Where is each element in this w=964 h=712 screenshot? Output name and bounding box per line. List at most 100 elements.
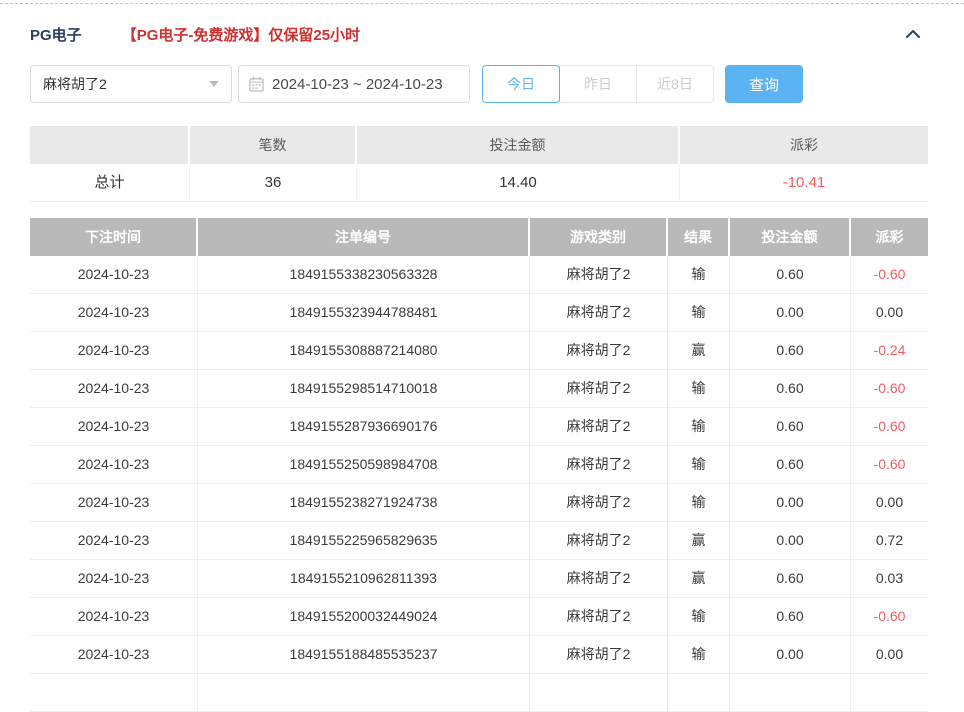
calendar-icon xyxy=(249,76,264,92)
cell-ticket-id: 1849155210962811393 xyxy=(198,560,530,598)
quick-range-group: 今日 昨日 近8日 xyxy=(482,65,714,103)
cell-ticket-id: 1849155238271924738 xyxy=(198,484,530,522)
summary-total-count: 36 xyxy=(190,164,357,202)
summary-total-bet-amount: 14.40 xyxy=(357,164,680,202)
cell-game-type: 麻将胡了2 xyxy=(530,408,668,446)
cell-bet-amount: 0.00 xyxy=(730,522,851,560)
date-range-input[interactable]: 2024-10-23 ~ 2024-10-23 xyxy=(238,65,470,103)
cell-result: 输 xyxy=(668,370,730,408)
chevron-down-icon xyxy=(209,81,219,87)
cell-game-type: 麻将胡了2 xyxy=(530,370,668,408)
cell-ticket-id: 1849155225965829635 xyxy=(198,522,530,560)
panel-header: PG电子 【PG电子-免费游戏】仅保留25小时 xyxy=(30,23,928,45)
date-range-value: 2024-10-23 ~ 2024-10-23 xyxy=(272,76,443,93)
cell-bet-amount: 0.60 xyxy=(730,446,851,484)
cell-payout: 0.00 xyxy=(851,484,928,522)
cell-bet-time: 2024-10-23 xyxy=(30,522,198,560)
cell-game-type: 麻将胡了2 xyxy=(530,332,668,370)
cell-result: 输 xyxy=(668,294,730,332)
col-header-bet-amount: 投注金额 xyxy=(730,218,851,256)
cell-bet-time: 2024-10-23 xyxy=(30,560,198,598)
col-header-payout: 派彩 xyxy=(851,218,928,256)
cell-bet-time: 2024-10-23 xyxy=(30,598,198,636)
col-header-game-type: 游戏类别 xyxy=(530,218,668,256)
cell-payout: 0.00 xyxy=(851,294,928,332)
cell-ticket-id: 1849155287936690176 xyxy=(198,408,530,446)
cell-payout: 0.03 xyxy=(851,560,928,598)
cell-result: 输 xyxy=(668,484,730,522)
cell-payout: 0.00 xyxy=(851,636,928,674)
quick-button-last8days[interactable]: 近8日 xyxy=(636,65,714,103)
cell-game-type: 麻将胡了2 xyxy=(530,522,668,560)
cell-bet-time: 2024-10-23 xyxy=(30,636,198,674)
summary-total-label: 总计 xyxy=(30,164,190,202)
game-select[interactable]: 麻将胡了2 xyxy=(30,65,232,103)
cell-bet-time: 2024-10-23 xyxy=(30,256,198,294)
cell-bet-amount: 0.60 xyxy=(730,256,851,294)
cell-ticket-id: 1849155250598984708 xyxy=(198,446,530,484)
quick-button-today[interactable]: 今日 xyxy=(482,65,560,103)
cell-game-type: 麻将胡了2 xyxy=(530,446,668,484)
cell-bet-time: 2024-10-23 xyxy=(30,446,198,484)
cell-payout: -0.24 xyxy=(851,332,928,370)
cell-result: 输 xyxy=(668,408,730,446)
cell-ticket-id: 1849155298514710018 xyxy=(198,370,530,408)
cell-payout: -0.60 xyxy=(851,598,928,636)
pg-panel: PG电子 【PG电子-免费游戏】仅保留25小时 麻将胡了2 xyxy=(0,23,964,712)
cell-bet-amount: 0.60 xyxy=(730,408,851,446)
summary-header-count: 笔数 xyxy=(190,126,357,164)
panel-title: PG电子 xyxy=(30,24,82,45)
cell-bet-time: 2024-10-23 xyxy=(30,484,198,522)
cell-game-type: 麻将胡了2 xyxy=(530,560,668,598)
cell-game-type: 麻将胡了2 xyxy=(530,636,668,674)
cell-ticket-id: 1849155188485535237 xyxy=(198,636,530,674)
cell-result: 赢 xyxy=(668,560,730,598)
cell-ticket-id: 1849155308887214080 xyxy=(198,332,530,370)
cell-payout: 0.72 xyxy=(851,522,928,560)
cell-bet-amount: 0.00 xyxy=(730,636,851,674)
panel-notice: 【PG电子-免费游戏】仅保留25小时 xyxy=(122,24,360,45)
cell-payout: -0.60 xyxy=(851,256,928,294)
cell-result: 赢 xyxy=(668,332,730,370)
cell-bet-time: 2024-10-23 xyxy=(30,332,198,370)
cell-result: 输 xyxy=(668,598,730,636)
cell-result: 赢 xyxy=(668,522,730,560)
search-button[interactable]: 查询 xyxy=(725,65,803,103)
game-select-value: 麻将胡了2 xyxy=(43,74,107,94)
summary-table: 笔数 投注金额 派彩 总计 36 14.40 -10.41 xyxy=(30,126,928,202)
cell-bet-amount: 0.60 xyxy=(730,332,851,370)
cell-bet-amount: 0.00 xyxy=(730,294,851,332)
col-header-bet-time: 下注时间 xyxy=(30,218,198,256)
cell-bet-amount: 0.00 xyxy=(730,484,851,522)
cell-game-type: 麻将胡了2 xyxy=(530,256,668,294)
summary-header-bet-amount: 投注金额 xyxy=(357,126,680,164)
col-header-result: 结果 xyxy=(668,218,730,256)
chevron-up-icon xyxy=(904,27,922,41)
cell-bet-amount: 0.60 xyxy=(730,370,851,408)
cell-game-type: 麻将胡了2 xyxy=(530,294,668,332)
col-header-ticket-id: 注单编号 xyxy=(198,218,530,256)
quick-button-yesterday[interactable]: 昨日 xyxy=(559,65,637,103)
cell-payout: -0.60 xyxy=(851,370,928,408)
cell-ticket-id: 1849155200032449024 xyxy=(198,598,530,636)
cell-game-type: 麻将胡了2 xyxy=(530,598,668,636)
cell-ticket-id: 1849155323944788481 xyxy=(198,294,530,332)
cell-payout: -0.60 xyxy=(851,408,928,446)
cell-payout: -0.60 xyxy=(851,446,928,484)
summary-header-payout: 派彩 xyxy=(680,126,928,164)
cell-result: 输 xyxy=(668,636,730,674)
filter-bar: 麻将胡了2 2024-10-23 ~ 2024-10-23 今日 昨日 xyxy=(30,65,928,103)
cell-bet-amount: 0.60 xyxy=(730,598,851,636)
cell-bet-amount: 0.60 xyxy=(730,560,851,598)
cell-ticket-id: 1849155338230563328 xyxy=(198,256,530,294)
summary-header-blank xyxy=(30,126,190,164)
top-divider xyxy=(0,3,964,4)
cell-bet-time: 2024-10-23 xyxy=(30,408,198,446)
cell-result: 输 xyxy=(668,256,730,294)
cell-game-type: 麻将胡了2 xyxy=(530,484,668,522)
cell-result: 输 xyxy=(668,446,730,484)
summary-total-payout: -10.41 xyxy=(680,164,928,202)
collapse-button[interactable] xyxy=(904,27,922,41)
cell-bet-time: 2024-10-23 xyxy=(30,370,198,408)
bet-table: 下注时间 注单编号 游戏类别 结果 投注金额 派彩 2024-10-23 184… xyxy=(30,218,928,712)
